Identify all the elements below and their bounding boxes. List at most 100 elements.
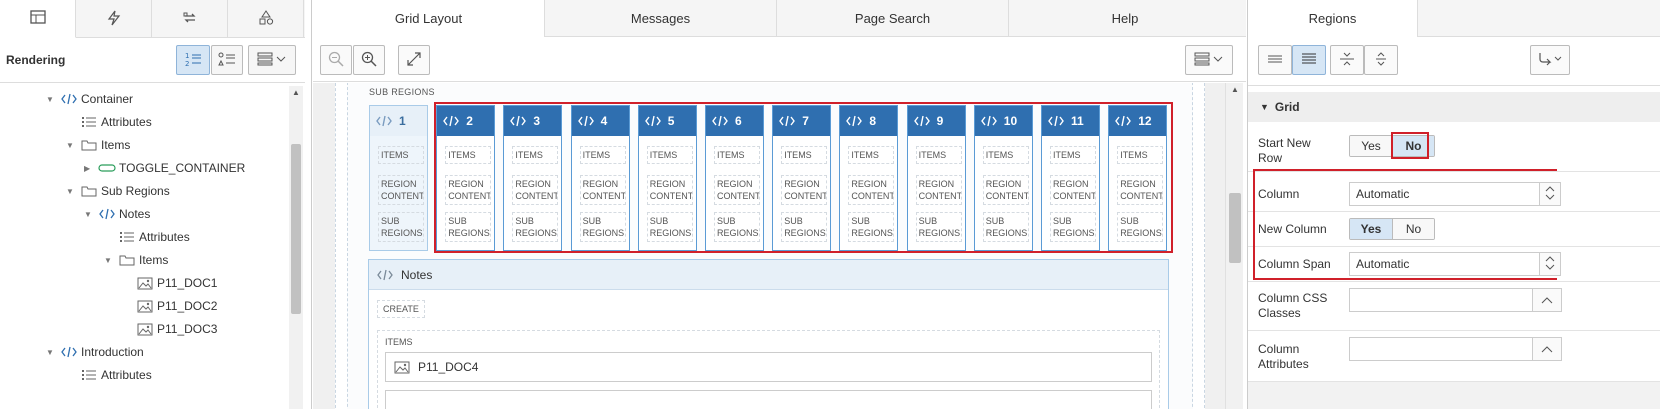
expand-arrow-icon[interactable]: ▼ <box>46 348 60 357</box>
tab-processing[interactable] <box>152 0 228 38</box>
tree-scrollbar-thumb[interactable] <box>291 144 301 314</box>
tab-messages[interactable]: Messages <box>545 0 777 37</box>
collapse-arrow-icon[interactable]: ▶ <box>84 164 98 173</box>
tree-node-introduction[interactable]: ▼ Introduction <box>46 341 144 363</box>
no-highlight <box>1391 132 1429 159</box>
tree-node-attributes[interactable]: Attributes <box>104 226 190 248</box>
chevron-up-icon <box>1541 293 1553 307</box>
expand-arrow-icon[interactable]: ▼ <box>84 210 98 219</box>
next-item[interactable] <box>385 390 1152 409</box>
notes-region-header[interactable]: Notes <box>369 260 1168 290</box>
grid-options-menu-button[interactable] <box>1185 45 1233 75</box>
tree-node-p11-doc1[interactable]: P11_DOC1 <box>122 272 217 294</box>
scroll-up-icon[interactable]: ▲ <box>292 88 300 97</box>
expand-arrow-icon[interactable]: ▼ <box>66 141 80 150</box>
expand-arrow-icon[interactable]: ▼ <box>46 95 60 104</box>
tree-node-p11-doc2[interactable]: P11_DOC2 <box>122 295 217 317</box>
slot-line: REGION <box>381 179 417 189</box>
tree-node-label: Introduction <box>81 345 144 359</box>
notes-region[interactable]: Notes CREATE ITEMS P11_DOC4 <box>368 259 1169 409</box>
label-line-2: Row <box>1258 151 1283 165</box>
create-button-position[interactable]: CREATE <box>377 300 425 318</box>
tab-help[interactable]: Help <box>1009 0 1241 37</box>
slot-region-content[interactable]: REGION CONTENT <box>378 175 424 205</box>
go-to-group-button[interactable] <box>1530 45 1570 75</box>
grid-toolbar <box>313 38 1246 82</box>
tree-node-label: Container <box>81 92 134 106</box>
show-all-button[interactable] <box>1292 45 1326 75</box>
tree-node-sub-regions[interactable]: ▼ Sub Regions <box>66 180 170 202</box>
canvas-scrollbar-thumb[interactable] <box>1229 193 1241 263</box>
tab-grid-layout[interactable]: Grid Layout <box>313 0 545 37</box>
rendering-label: Rendering <box>6 53 66 67</box>
expand-button[interactable] <box>398 45 430 75</box>
tree-node-items[interactable]: ▼ Items <box>104 249 168 271</box>
tree-node-label: P11_DOC3 <box>157 322 218 336</box>
tree-node-p11-doc3[interactable]: P11_DOC3 <box>122 318 217 340</box>
tree-node-toggle-container[interactable]: ▶ TOGGLE_CONTAINER <box>84 157 245 179</box>
grid-section-header[interactable]: ▼ Grid <box>1248 92 1660 122</box>
slot-items[interactable]: ITEMS <box>378 146 424 164</box>
tree-scrollbar[interactable]: ▲ <box>289 86 303 409</box>
property-editor: Regions ▼ Grid Start New Row Yes No Colu… <box>1247 0 1660 409</box>
item-p11-doc4[interactable]: P11_DOC4 <box>385 352 1152 382</box>
menu-icon <box>1194 52 1224 69</box>
tree-node-attributes[interactable]: Attributes <box>66 364 152 386</box>
show-common-button[interactable] <box>1258 45 1292 75</box>
view-by-order-button[interactable]: 12 <box>176 45 210 75</box>
scroll-up-icon[interactable]: ▲ <box>1231 85 1239 94</box>
collapse-all-button[interactable] <box>1330 45 1364 75</box>
tree-options-menu-button[interactable] <box>248 45 296 75</box>
tree-node-label: Items <box>101 138 131 152</box>
expand-all-button[interactable] <box>1364 45 1398 75</box>
zoom-in-button[interactable] <box>353 45 385 75</box>
tab-dynamic-actions[interactable] <box>76 0 152 38</box>
column-attributes-picker[interactable] <box>1532 337 1562 361</box>
svg-text:1: 1 <box>185 52 189 60</box>
lines-icon <box>1267 53 1283 68</box>
image-icon <box>394 361 410 374</box>
tree-node-container[interactable]: ▼ Container <box>46 88 133 110</box>
menu-icon <box>257 52 287 69</box>
view-by-type-button[interactable] <box>211 45 243 75</box>
expand-arrow-icon[interactable]: ▼ <box>104 256 118 265</box>
column-number: 1 <box>399 114 406 128</box>
option-yes[interactable]: Yes <box>1350 136 1392 156</box>
tab-shared-components[interactable] <box>228 0 304 38</box>
tree-node-label: Items <box>139 253 169 267</box>
tree-node-label: Attributes <box>101 368 152 382</box>
zoom-out-button[interactable] <box>320 45 352 75</box>
chevron-up-icon <box>1541 342 1553 356</box>
selected-columns-highlight <box>434 102 1173 253</box>
canvas-scrollbar[interactable]: ▲ <box>1225 83 1243 409</box>
column-attributes-input[interactable] <box>1349 337 1533 361</box>
property-column-attributes: Column Attributes <box>1248 332 1660 382</box>
column-header[interactable]: 1 <box>370 106 427 136</box>
expand-arrow-icon[interactable]: ▼ <box>66 187 80 196</box>
column-css-classes-input[interactable] <box>1349 288 1533 312</box>
label-line-1: Column <box>1258 342 1300 356</box>
column-properties-highlight <box>1253 169 1557 280</box>
expand-icon <box>1373 51 1389 70</box>
tree-node-notes[interactable]: ▼ Notes <box>84 203 150 225</box>
tree-node-attributes[interactable]: Attributes <box>66 111 152 133</box>
tab-regions[interactable]: Regions <box>1248 0 1418 37</box>
section-title: Grid <box>1274 100 1300 114</box>
tab-page-search[interactable]: Page Search <box>777 0 1009 37</box>
slot-sub-regions[interactable]: SUB REGIONS <box>378 212 424 242</box>
tree-node-label: Attributes <box>101 115 152 129</box>
column-css-classes-picker[interactable] <box>1532 288 1562 312</box>
center-tabs: Grid Layout Messages Page Search Help <box>313 0 1246 37</box>
tree-node-label: P11_DOC2 <box>157 299 218 313</box>
rendering-tree: ▼ Container Attributes ▼ Items ▶ TOGGLE_… <box>0 88 288 409</box>
tree-node-items[interactable]: ▼ Items <box>66 134 130 156</box>
folder-icon <box>80 185 98 197</box>
property-label: Column CSS Classes <box>1258 291 1327 321</box>
property-column-css-classes: Column CSS Classes <box>1248 283 1660 331</box>
slot-line: SUB <box>381 216 400 226</box>
tab-rendering[interactable] <box>0 0 76 38</box>
tree-node-label: Notes <box>119 207 151 221</box>
left-panel-tabs <box>0 0 305 38</box>
grid-column-1[interactable]: 1 ITEMS REGION CONTENT SUB REGIONS <box>369 105 428 251</box>
lightning-icon <box>107 10 121 29</box>
